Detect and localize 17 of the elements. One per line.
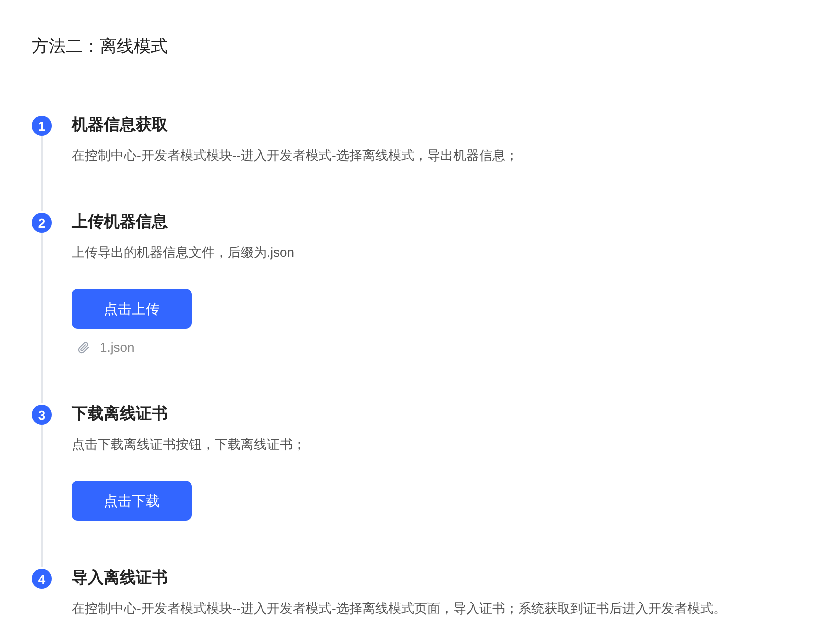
step-number: 3 (32, 405, 52, 425)
download-button[interactable]: 点击下载 (72, 481, 192, 521)
step-description: 在控制中心-开发者模式模块--进入开发者模式-选择离线模式，导出机器信息； (72, 147, 518, 165)
upload-button[interactable]: 点击上传 (72, 289, 192, 329)
step-number: 1 (32, 116, 52, 136)
step-number: 4 (32, 569, 52, 589)
step-title: 上传机器信息 (72, 212, 168, 233)
paperclip-icon (78, 342, 90, 354)
section-title: 方法二：离线模式 (32, 36, 169, 58)
step-title: 机器信息获取 (72, 116, 168, 136)
step-description: 上传导出的机器信息文件，后缀为.json (72, 244, 294, 262)
step-description: 点击下载离线证书按钮，下载离线证书； (72, 436, 306, 454)
step-description: 在控制中心-开发者模式模块--进入开发者模式-选择离线模式页面，导入证书；系统获取到证书后进入开发者模式。 (72, 600, 726, 618)
step-title: 导入离线证书 (72, 568, 168, 589)
file-link[interactable]: 1.json (100, 339, 135, 357)
step-title: 下载离线证书 (72, 404, 168, 425)
step-number: 2 (32, 213, 52, 233)
